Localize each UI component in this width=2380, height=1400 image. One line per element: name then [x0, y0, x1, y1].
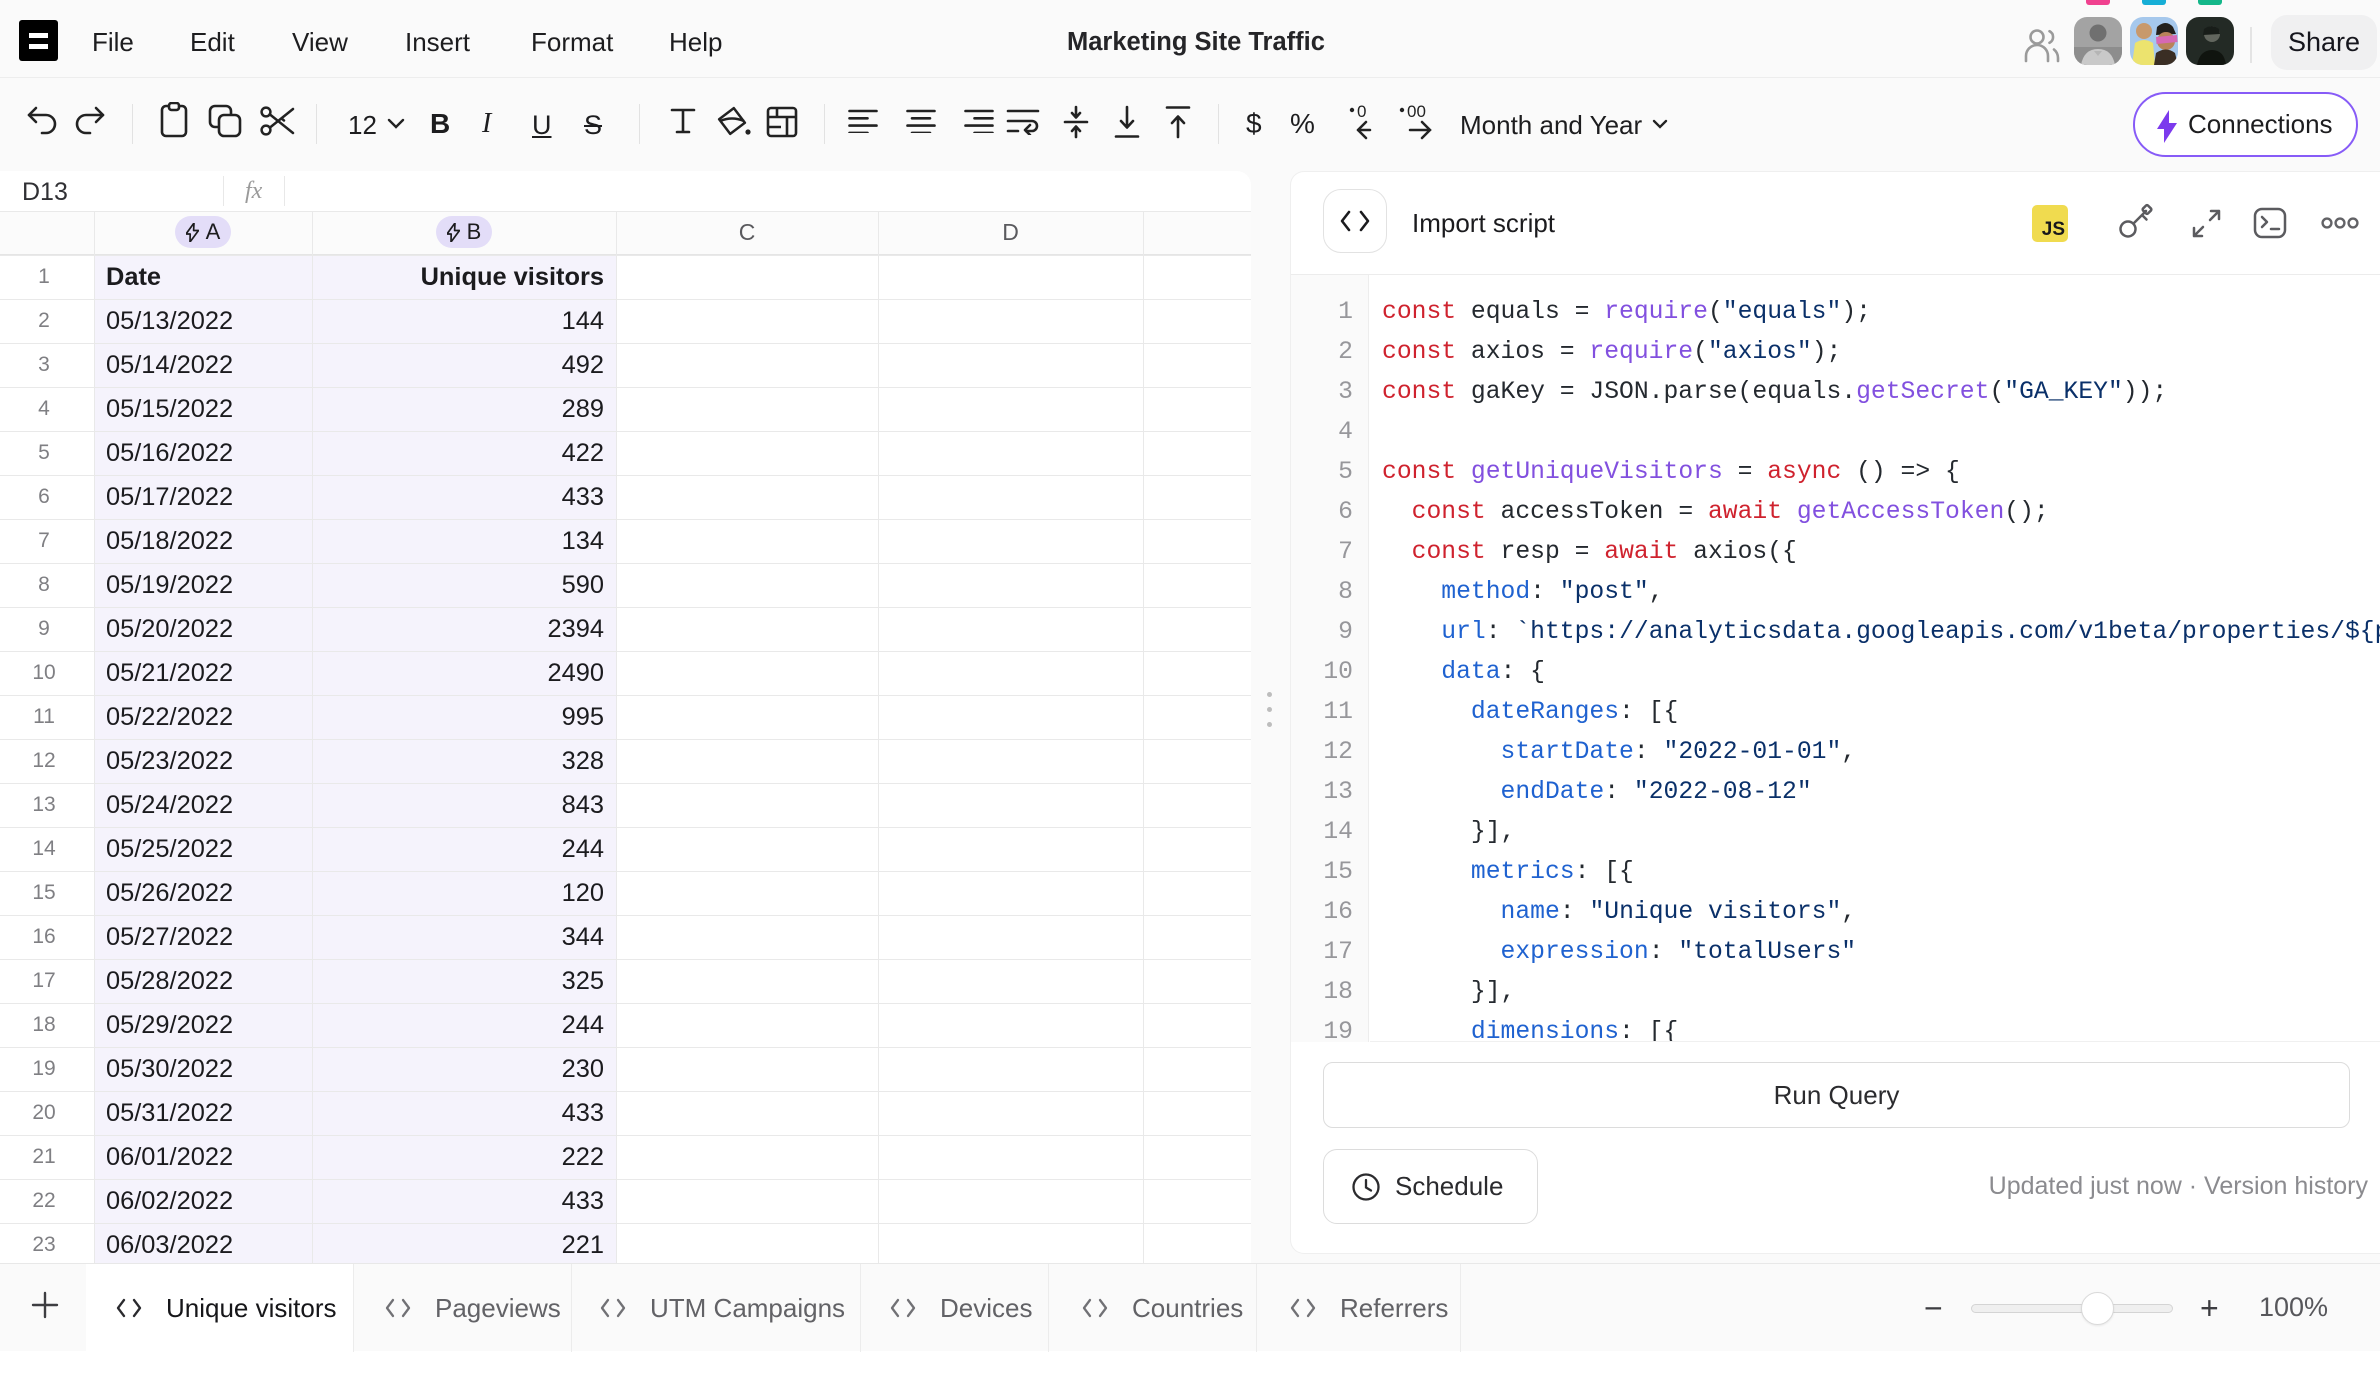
svg-text:00: 00 [1407, 104, 1426, 121]
svg-text:0: 0 [1357, 104, 1366, 121]
